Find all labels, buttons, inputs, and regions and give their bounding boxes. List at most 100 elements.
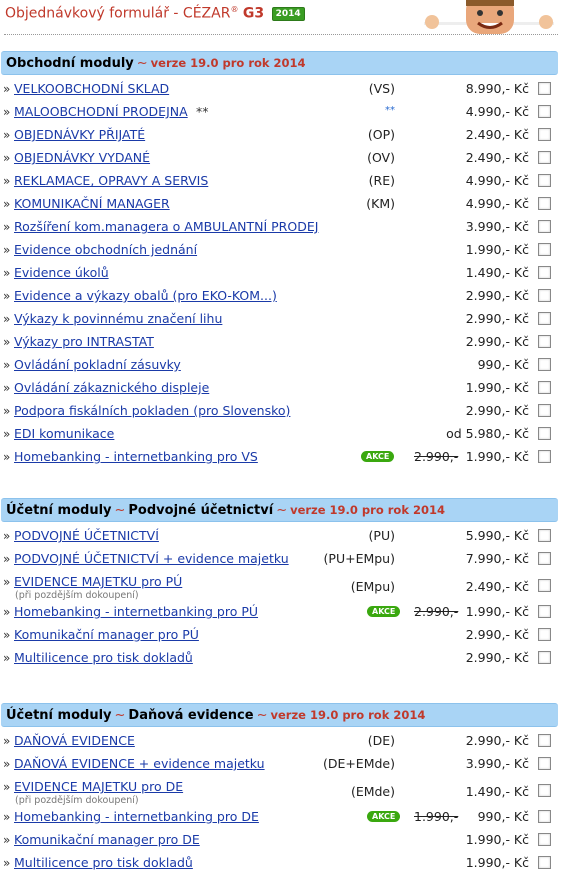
product-row: » Ovládání pokladní zásuvky 990,- Kč [0, 354, 562, 377]
product-row: » PODVOJNÉ ÚČETNICTVÍ + evidence majetku (… [0, 548, 562, 571]
order-checkbox[interactable] [538, 833, 551, 846]
product-price: 1.990,- Kč [465, 449, 529, 464]
order-checkbox[interactable] [538, 784, 551, 797]
bullet-icon: » [3, 220, 11, 234]
product-row: » PODVOJNÉ ÚČETNICTVÍ (PU) 5.990,- Kč [0, 525, 562, 548]
product-link[interactable]: Výkazy pro INTRASTAT [14, 334, 154, 349]
order-checkbox[interactable] [538, 651, 551, 664]
product-price: 2.990,- Kč [465, 627, 529, 642]
product-row: » REKLAMACE, OPRAVY A SERVIS (RE) 4.990,- K… [0, 170, 562, 193]
order-checkbox[interactable] [538, 450, 551, 463]
product-code-mark: ** [385, 105, 395, 116]
order-checkbox[interactable] [538, 289, 551, 302]
product-link[interactable]: Výkazy k povinnému značení lihu [14, 311, 222, 326]
product-link[interactable]: Multilicence pro tisk dokladů [14, 650, 193, 665]
product-link[interactable]: Homebanking - internetbanking pro PÚ [14, 604, 258, 619]
order-checkbox[interactable] [538, 579, 551, 592]
bullet-icon: » [3, 856, 11, 870]
order-checkbox[interactable] [538, 82, 551, 95]
product-link[interactable]: PODVOJNÉ ÚČETNICTVÍ [14, 528, 159, 543]
product-link[interactable]: Podpora fiskálních pokladen (pro Slovens… [14, 403, 290, 418]
order-checkbox[interactable] [538, 605, 551, 618]
product-link[interactable]: MALOOBCHODNÍ PRODEJNA [14, 104, 188, 119]
product-link[interactable]: Evidence úkolů [14, 265, 109, 280]
bullet-icon: » [3, 289, 11, 303]
product-link[interactable]: Evidence a výkazy obalů (pro EKO-KOM...) [14, 288, 277, 303]
product-link[interactable]: Evidence obchodních jednání [14, 242, 197, 257]
order-checkbox[interactable] [538, 552, 551, 565]
product-link[interactable]: Ovládání zákaznického displeje [14, 380, 209, 395]
section-title: Účetní moduly [6, 503, 112, 518]
product-link[interactable]: Homebanking - internetbanking pro DE [14, 809, 259, 824]
product-price: 7.990,- Kč [465, 551, 529, 566]
order-checkbox[interactable] [538, 312, 551, 325]
product-link[interactable]: DAŇOVÁ EVIDENCE + evidence majetku [14, 756, 265, 771]
order-checkbox[interactable] [538, 335, 551, 348]
order-checkbox[interactable] [538, 151, 551, 164]
product-row: » Rozšíření kom.managera o AMBULANTNÍ PRO… [0, 216, 562, 239]
product-link[interactable]: PODVOJNÉ ÚČETNICTVÍ + evidence majetku [14, 551, 289, 566]
section-3: Účetní moduly ~ Daňová evidence ~ verze 19.0… [0, 703, 562, 875]
title-g3: G3 [242, 5, 265, 22]
order-checkbox[interactable] [538, 197, 551, 210]
order-checkbox[interactable] [538, 174, 551, 187]
order-checkbox[interactable] [538, 404, 551, 417]
bullet-icon: » [3, 734, 11, 748]
section-header: Účetní moduly ~ Podvojné účetnictví ~ verze … [1, 498, 558, 522]
product-price: 2.490,- Kč [465, 127, 529, 142]
product-price: 990,- Kč [477, 357, 529, 372]
bullet-icon: » [3, 312, 11, 326]
product-link[interactable]: Komunikační manager pro DE [14, 832, 200, 847]
product-link[interactable]: OBJEDNÁVKY PŘIJATÉ [14, 127, 145, 142]
product-link[interactable]: EVIDENCE MAJETKU pro PÚ [14, 574, 182, 589]
product-price: 4.990,- Kč [465, 104, 529, 119]
product-row: » Homebanking - internetbanking pro PÚ AKC… [0, 601, 562, 624]
section-1: Obchodní moduly ~ verze 19.0 pro rok 2014 »… [0, 51, 562, 469]
akce-badge: AKCE [361, 451, 395, 462]
order-checkbox[interactable] [538, 628, 551, 641]
product-price: 2.990,- Kč [465, 311, 529, 326]
order-checkbox[interactable] [538, 810, 551, 823]
old-price: 1.990,- [414, 809, 459, 824]
order-checkbox[interactable] [538, 358, 551, 371]
bullet-icon: » [3, 833, 11, 847]
order-checkbox[interactable] [538, 220, 551, 233]
order-checkbox[interactable] [538, 757, 551, 770]
tilde-separator: ~ [256, 708, 268, 723]
order-checkbox[interactable] [538, 856, 551, 869]
year-badge: 2014 [271, 6, 305, 21]
bullet-icon: » [3, 552, 11, 566]
bullet-icon: » [3, 128, 11, 142]
order-checkbox[interactable] [538, 734, 551, 747]
product-link[interactable]: Multilicence pro tisk dokladů [14, 855, 193, 870]
product-link[interactable]: Komunikační manager pro PÚ [14, 627, 199, 642]
title-text: Objednávkový formulář - CÉZAR [5, 5, 231, 22]
product-code: (DE+EMde) [322, 756, 395, 771]
product-link[interactable]: KOMUNIKAČNÍ MANAGER [14, 196, 170, 211]
product-link[interactable]: Ovládání pokladní zásuvky [14, 357, 181, 372]
section-header: Obchodní moduly ~ verze 19.0 pro rok 2014 [1, 51, 558, 75]
order-checkbox[interactable] [538, 128, 551, 141]
product-link[interactable]: EDI komunikace [14, 426, 114, 441]
order-checkbox[interactable] [538, 243, 551, 256]
product-row: » Homebanking - internetbanking pro VS AKC… [0, 446, 562, 469]
product-link[interactable]: DAŇOVÁ EVIDENCE [14, 733, 135, 748]
bullet-icon: » [3, 575, 11, 589]
bullet-icon: » [3, 151, 11, 165]
product-link[interactable]: EVIDENCE MAJETKU pro DE [14, 779, 183, 794]
product-link[interactable]: REKLAMACE, OPRAVY A SERVIS [14, 173, 208, 188]
order-checkbox[interactable] [538, 381, 551, 394]
product-link[interactable]: OBJEDNÁVKY VYDANÉ [14, 150, 150, 165]
product-link[interactable]: Rozšíření kom.managera o AMBULANTNÍ PROD… [14, 219, 318, 234]
order-checkbox[interactable] [538, 529, 551, 542]
product-price: 1.990,- Kč [465, 855, 529, 870]
bullet-icon: » [3, 810, 11, 824]
product-link[interactable]: Homebanking - internetbanking pro VS [14, 449, 258, 464]
bullet-icon: » [3, 628, 11, 642]
order-checkbox[interactable] [538, 266, 551, 279]
akce-badge: AKCE [367, 811, 401, 822]
product-link[interactable]: VELKOOBCHODNÍ SKLAD [14, 81, 169, 96]
order-checkbox[interactable] [538, 105, 551, 118]
order-checkbox[interactable] [538, 427, 551, 440]
bullet-icon: » [3, 651, 11, 665]
